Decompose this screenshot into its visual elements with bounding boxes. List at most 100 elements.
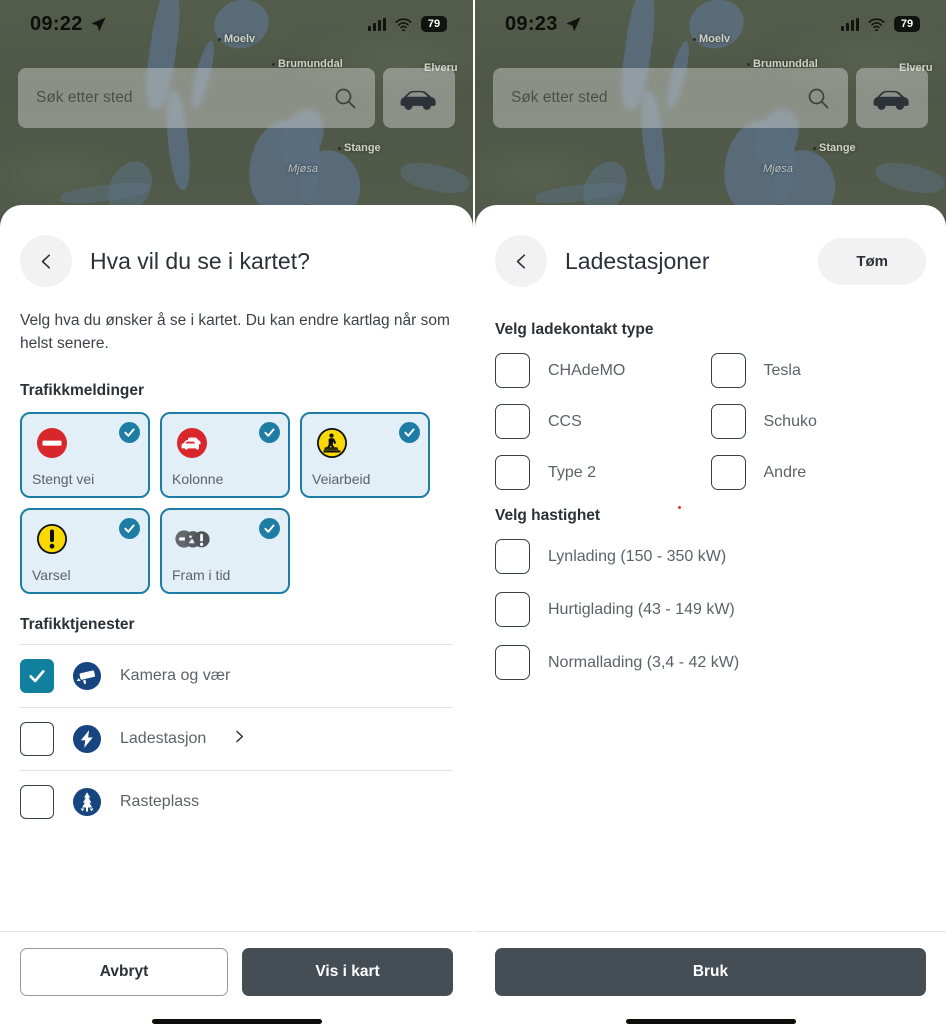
connector-option[interactable]: Tesla	[710, 353, 927, 388]
clear-button[interactable]: Tøm	[818, 237, 926, 285]
vehicle-filter-button[interactable]	[383, 68, 455, 128]
service-label: Rasteplass	[120, 792, 200, 810]
search-icon[interactable]	[806, 86, 830, 110]
connector-label: CCS	[548, 412, 582, 430]
speed-checkbox[interactable]	[495, 592, 530, 627]
sheet-footer-left: Avbryt Vis i kart	[0, 931, 473, 1024]
status-bar-right: 09:23 79	[475, 0, 946, 48]
traffic-card-label: Stengt vei	[32, 470, 95, 487]
speed-label: Normallading (3,4 - 42 kW)	[548, 653, 740, 671]
search-placeholder: Søk etter sted	[511, 89, 608, 106]
home-indicator	[625, 1019, 796, 1024]
connector-option[interactable]: Schuko	[710, 404, 927, 439]
service-row[interactable]: Ladestasjon	[20, 706, 453, 770]
traffic-card[interactable]: Varsel	[20, 507, 150, 594]
service-list: Kamera og vær Ladestasjon Rasteplass	[20, 643, 453, 833]
status-time: 09:23	[505, 12, 558, 35]
card-selected-badge[interactable]	[119, 517, 140, 539]
sheet-description: Velg hva du ønsker å se i kartet. Du kan…	[20, 312, 450, 353]
service-checkbox[interactable]	[20, 721, 54, 756]
connector-option[interactable]: CHAdeMO	[495, 353, 711, 388]
traffic-card-grid: Stengt vei Kolonne Veiarbeid Varsel Fram i t…	[20, 411, 453, 594]
warning-icon	[37, 523, 67, 554]
traffic-section-title: Trafikkmeldinger	[20, 381, 145, 399]
service-checkbox[interactable]	[20, 784, 54, 819]
connector-option-grid: CHAdeMO Tesla CCS Schuko Type 2 Andre	[495, 353, 926, 490]
apply-button[interactable]: Bruk	[495, 948, 926, 996]
status-bar-left: 09:22 79	[0, 0, 473, 48]
cellular-signal-icon	[368, 17, 386, 31]
camera-weather-icon	[72, 661, 102, 690]
speed-label: Hurtiglading (43 - 149 kW)	[548, 600, 735, 618]
car-icon	[873, 90, 909, 110]
connector-checkbox[interactable]	[710, 455, 746, 490]
traffic-card-label: Veiarbeid	[312, 470, 371, 487]
cancel-button[interactable]: Avbryt	[20, 948, 228, 996]
card-selected-badge[interactable]	[259, 421, 280, 443]
traffic-card[interactable]: Fram i tid	[160, 507, 290, 594]
connector-option[interactable]: Andre	[710, 455, 927, 490]
connector-section-title: Velg ladekontakt type	[495, 321, 654, 338]
status-time: 09:22	[30, 12, 83, 35]
search-placeholder: Søk etter sted	[36, 89, 133, 106]
battery-indicator: 79	[894, 15, 920, 33]
connector-checkbox[interactable]	[710, 353, 746, 388]
traffic-card-label: Kolonne	[172, 470, 224, 487]
connector-option[interactable]: Type 2	[495, 455, 711, 490]
page-title: Ladestasjoner	[565, 247, 710, 274]
map-water	[873, 158, 946, 198]
service-row[interactable]: Kamera og vær	[20, 643, 453, 707]
search-input[interactable]: Søk etter sted	[493, 68, 848, 128]
speed-option[interactable]: Lynlading (150 - 350 kW)	[495, 539, 926, 574]
no-entry-icon	[37, 427, 67, 458]
red-dot-marker	[678, 506, 681, 509]
speed-checkbox[interactable]	[495, 645, 530, 680]
bottom-sheet-left: Hva vil du se i kartet? Velg hva du ønsk…	[0, 205, 473, 1024]
traffic-card[interactable]: Kolonne	[160, 411, 290, 498]
search-icon[interactable]	[333, 86, 357, 110]
battery-indicator: 79	[421, 15, 447, 33]
speed-option-list: Lynlading (150 - 350 kW) Hurtiglading (43…	[495, 539, 926, 680]
service-checkbox[interactable]	[20, 658, 54, 693]
connector-label: CHAdeMO	[548, 361, 626, 379]
connector-checkbox[interactable]	[495, 404, 530, 439]
wifi-icon	[395, 17, 412, 31]
speed-option[interactable]: Normallading (3,4 - 42 kW)	[495, 645, 926, 680]
connector-checkbox[interactable]	[495, 455, 530, 490]
search-input[interactable]: Søk etter sted	[18, 68, 375, 128]
back-button[interactable]	[495, 235, 547, 287]
queue-cars-icon	[177, 427, 207, 458]
search-row-left: Søk etter sted	[18, 68, 455, 128]
back-button[interactable]	[20, 235, 72, 287]
future-events-icon	[175, 529, 210, 548]
map-label: Mjøsa	[288, 163, 318, 175]
service-row[interactable]: Rasteplass	[20, 769, 453, 833]
cellular-signal-icon	[841, 17, 859, 31]
chevron-right-icon[interactable]	[232, 727, 247, 751]
sheet-footer-right: Bruk	[475, 931, 946, 1024]
speed-option[interactable]: Hurtiglading (43 - 149 kW)	[495, 592, 926, 627]
speed-checkbox[interactable]	[495, 539, 530, 574]
traffic-card[interactable]: Veiarbeid	[300, 411, 430, 498]
connector-label: Andre	[763, 463, 807, 481]
connector-option[interactable]: CCS	[495, 404, 711, 439]
home-indicator	[151, 1019, 322, 1024]
connector-checkbox[interactable]	[495, 353, 530, 388]
car-icon	[400, 90, 436, 110]
vehicle-filter-button[interactable]	[856, 68, 928, 128]
map-label: Mjøsa	[763, 163, 793, 175]
connector-checkbox[interactable]	[710, 404, 746, 439]
location-arrow-icon	[91, 16, 106, 31]
location-arrow-icon	[566, 16, 581, 31]
show-on-map-button[interactable]: Vis i kart	[242, 948, 453, 996]
card-selected-badge[interactable]	[119, 421, 140, 443]
traffic-card[interactable]: Stengt vei	[20, 411, 150, 498]
card-selected-badge[interactable]	[259, 517, 280, 539]
check-icon	[124, 524, 135, 533]
card-selected-badge[interactable]	[399, 421, 420, 443]
roadwork-icon	[317, 427, 347, 458]
sheet-content-left: Hva vil du se i kartet? Velg hva du ønsk…	[0, 205, 473, 931]
sheet-content-right: Ladestasjoner Tøm Velg ladekontakt type …	[475, 205, 946, 931]
charging-station-icon	[72, 724, 102, 753]
map-label: Stange	[338, 142, 381, 154]
